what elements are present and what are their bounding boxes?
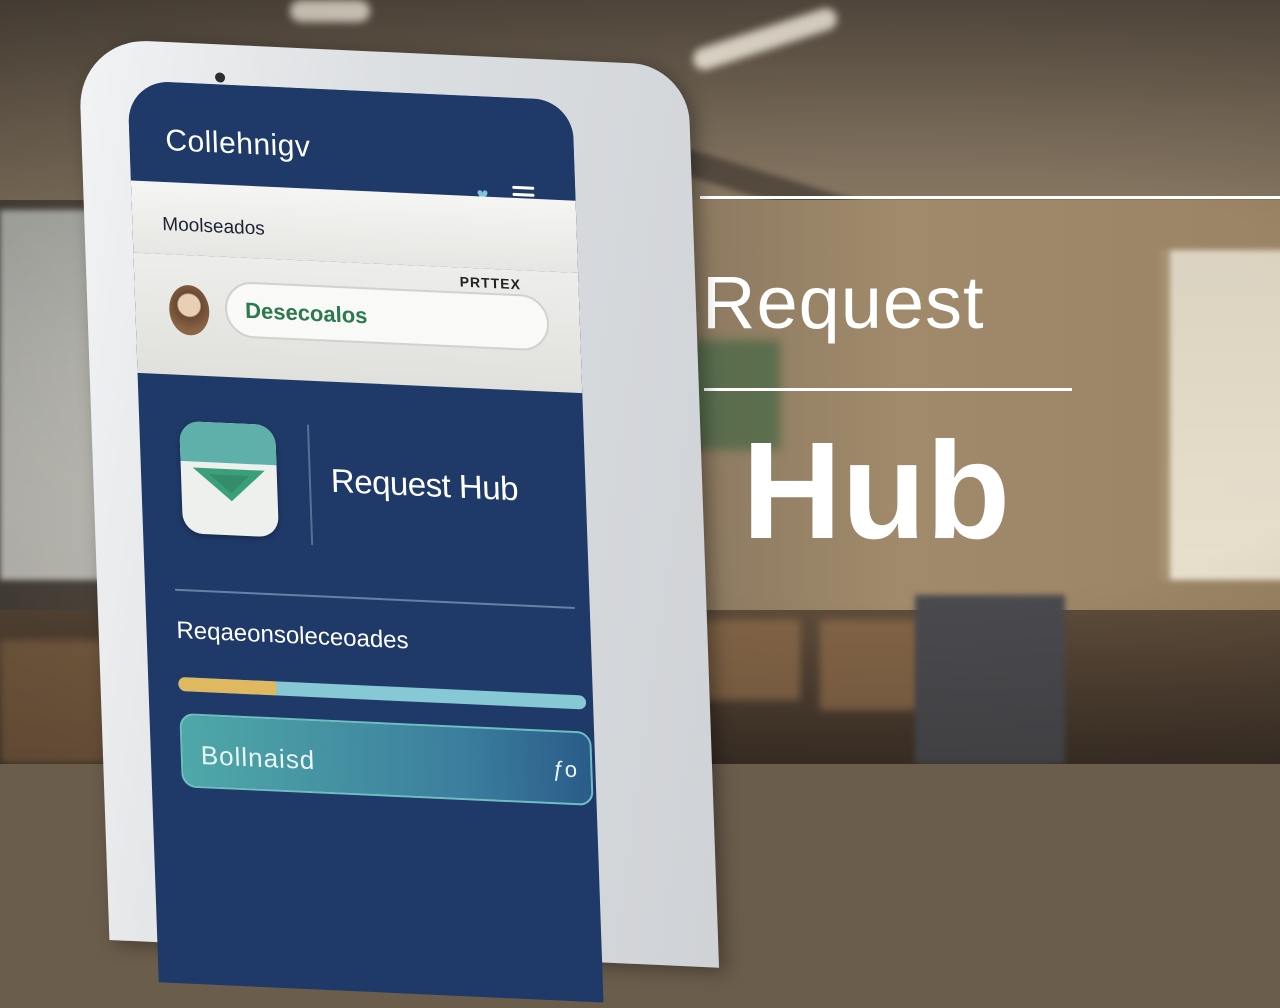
avatar[interactable] xyxy=(168,284,211,337)
headline-line-1: Request xyxy=(702,261,985,344)
requests-heading: Reqaeonsoleceoades xyxy=(175,616,409,655)
request-card-label: Bollnaisd xyxy=(200,739,316,776)
hub-logo-icon xyxy=(179,420,279,538)
hub-card[interactable]: Request Hub xyxy=(138,373,589,584)
headline-rule-middle xyxy=(704,388,1072,391)
headline-rule-top xyxy=(700,196,1280,199)
request-card-action[interactable]: ƒo xyxy=(552,756,577,783)
headline-line-2: Hub xyxy=(742,414,1011,568)
search-input-value: Desecoalos xyxy=(244,297,368,329)
progress-bar xyxy=(178,676,587,710)
app-title: Collehnigv xyxy=(164,124,311,164)
phone-screen: Collehnigv ♥ Moolseados PRTTEX Desecoalo… xyxy=(127,80,604,1003)
phone-camera xyxy=(214,72,226,83)
progress-fill xyxy=(178,676,277,696)
section-divider xyxy=(175,588,575,609)
phone-device: Collehnigv ♥ Moolseados PRTTEX Desecoalo… xyxy=(78,38,720,1003)
hub-title: Request Hub xyxy=(330,461,519,508)
request-card[interactable]: Bollnaisd ƒo xyxy=(179,713,594,806)
sub-header-title: Moolseados xyxy=(161,213,266,240)
search-bar: PRTTEX Desecoalos xyxy=(133,252,583,394)
hub-divider xyxy=(306,424,314,546)
filter-label[interactable]: PRTTEX xyxy=(459,273,521,292)
